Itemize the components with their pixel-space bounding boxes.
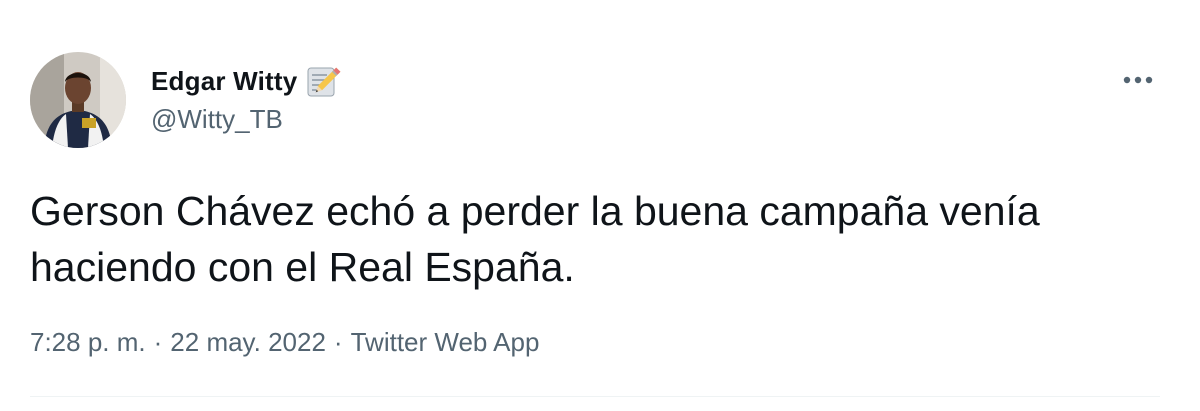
user-handle[interactable]: @Witty_TB [151, 104, 283, 135]
tweet-source[interactable]: Twitter Web App [351, 327, 540, 358]
tweet-text: Gerson Chávez echó a perder la buena cam… [30, 188, 1040, 290]
meta-separator: · [153, 327, 163, 357]
meta-separator: · [333, 327, 343, 357]
avatar-photo [30, 52, 126, 148]
more-horizontal-icon [1123, 76, 1153, 84]
more-options-button[interactable] [1116, 64, 1160, 96]
tweet-time[interactable]: 7:28 p. m. [30, 327, 146, 358]
tweet-metadata: 7:28 p. m. · 22 may. 2022 · Twitter Web … [30, 327, 539, 358]
divider [30, 396, 1160, 397]
display-name[interactable]: Edgar Witty [151, 66, 297, 97]
tweet-card: Edgar Witty @Witty_TB Gerson Chávez echó… [0, 0, 1200, 411]
avatar[interactable] [30, 52, 126, 148]
tweet-date[interactable]: 22 may. 2022 [170, 327, 326, 358]
name-row: Edgar Witty [151, 63, 341, 99]
memo-icon [307, 67, 341, 97]
